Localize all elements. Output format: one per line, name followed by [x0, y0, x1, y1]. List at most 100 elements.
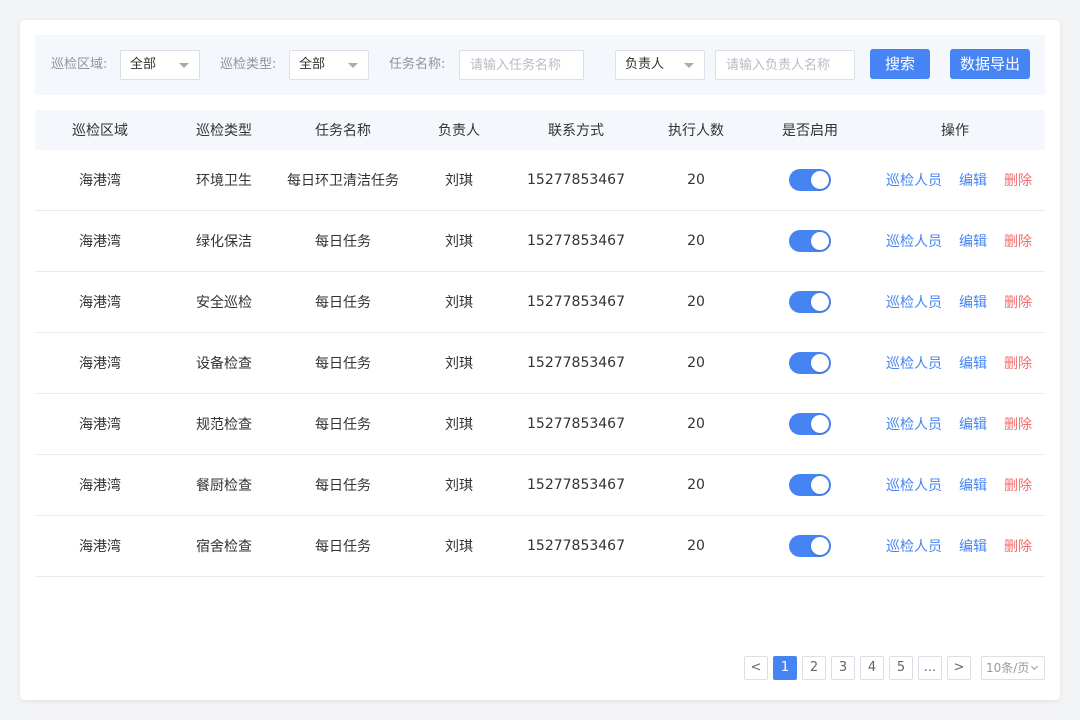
filter-bar: 巡检区域: 全部 巡检类型: 全部 任务名称: 负责人 搜索 数据导出 [35, 35, 1045, 95]
inspectors-link[interactable]: 巡检人员 [886, 536, 942, 556]
cell-phone: 15277853467 [527, 416, 625, 432]
cell-actions: 巡检人员 编辑 删除 [886, 394, 1045, 454]
page-size-value: 10条/页 [986, 661, 1030, 675]
cell-phone: 15277853467 [527, 172, 625, 188]
page-button-2[interactable]: 2 [802, 656, 826, 680]
cell-actions: 巡检人员 编辑 删除 [886, 333, 1045, 393]
cell-actions: 巡检人员 编辑 删除 [886, 150, 1045, 210]
cell-actions: 巡检人员 编辑 删除 [886, 455, 1045, 515]
cell-count: 20 [687, 477, 705, 493]
cell-type: 绿化保洁 [196, 234, 252, 250]
enabled-toggle[interactable] [789, 291, 831, 313]
enabled-toggle[interactable] [789, 230, 831, 252]
edit-link[interactable]: 编辑 [959, 353, 987, 373]
enabled-toggle[interactable] [789, 413, 831, 435]
enabled-toggle[interactable] [789, 474, 831, 496]
cell-enabled [755, 150, 865, 210]
table-row: 海港湾 规范检查 每日任务 刘琪 15277853467 20 巡检人员 编辑 删除 [35, 394, 1045, 455]
enabled-toggle[interactable] [789, 535, 831, 557]
cell-area: 海港湾 [79, 295, 121, 311]
task-name-input[interactable] [459, 50, 584, 80]
delete-link[interactable]: 删除 [1004, 170, 1032, 190]
cell-phone: 15277853467 [527, 538, 625, 554]
cell-enabled [755, 272, 865, 332]
edit-link[interactable]: 编辑 [959, 414, 987, 434]
delete-link[interactable]: 删除 [1004, 292, 1032, 312]
toggle-knob [811, 354, 829, 372]
inspectors-link[interactable]: 巡检人员 [886, 414, 942, 434]
table-row: 海港湾 绿化保洁 每日任务 刘琪 15277853467 20 巡检人员 编辑 删除 [35, 211, 1045, 272]
enabled-toggle[interactable] [789, 169, 831, 191]
page-ellipsis-button[interactable]: ... [918, 656, 942, 680]
task-filter-label: 任务名称: [389, 57, 446, 72]
cell-area: 海港湾 [79, 478, 121, 494]
next-page-button[interactable]: > [947, 656, 971, 680]
cell-enabled [755, 333, 865, 393]
owner-name-input[interactable] [715, 50, 855, 80]
table-row: 海港湾 餐厨检查 每日任务 刘琪 15277853467 20 巡检人员 编辑 删除 [35, 455, 1045, 516]
cell-owner: 刘琪 [445, 356, 473, 372]
table-row: 海港湾 安全巡检 每日任务 刘琪 15277853467 20 巡检人员 编辑 删除 [35, 272, 1045, 333]
cell-enabled [755, 211, 865, 271]
area-select-value: 全部 [130, 57, 157, 72]
search-button[interactable]: 搜索 [870, 49, 930, 79]
cell-phone: 15277853467 [527, 355, 625, 371]
area-select[interactable]: 全部 [120, 50, 200, 80]
delete-link[interactable]: 删除 [1004, 536, 1032, 556]
cell-owner: 刘琪 [445, 234, 473, 250]
delete-link[interactable]: 删除 [1004, 414, 1032, 434]
page-button-1[interactable]: 1 [773, 656, 797, 680]
cell-phone: 15277853467 [527, 294, 625, 310]
table-row: 海港湾 宿舍检查 每日任务 刘琪 15277853467 20 巡检人员 编辑 删除 [35, 516, 1045, 577]
page-button-5[interactable]: 5 [889, 656, 913, 680]
edit-link[interactable]: 编辑 [959, 475, 987, 495]
inspectors-link[interactable]: 巡检人员 [886, 231, 942, 251]
cell-actions: 巡检人员 编辑 删除 [886, 272, 1045, 332]
type-select-value: 全部 [299, 57, 326, 72]
cell-count: 20 [687, 416, 705, 432]
cell-count: 20 [687, 233, 705, 249]
export-button[interactable]: 数据导出 [950, 49, 1030, 79]
chevron-down-icon [1031, 662, 1039, 671]
page-size-select[interactable]: 10条/页 [981, 656, 1045, 680]
owner-field-select[interactable]: 负责人 [615, 50, 705, 80]
cell-actions: 巡检人员 编辑 删除 [886, 516, 1045, 576]
cell-phone: 15277853467 [527, 477, 625, 493]
cell-owner: 刘琪 [445, 478, 473, 494]
cell-type: 环境卫生 [196, 173, 252, 189]
cell-area: 海港湾 [79, 417, 121, 433]
delete-link[interactable]: 删除 [1004, 475, 1032, 495]
enabled-toggle[interactable] [789, 352, 831, 374]
cell-task: 每日任务 [315, 478, 371, 494]
cell-enabled [755, 455, 865, 515]
delete-link[interactable]: 删除 [1004, 231, 1032, 251]
header-count: 执行人数 [668, 123, 724, 139]
toggle-knob [811, 232, 829, 250]
cell-area: 海港湾 [79, 539, 121, 555]
table-row: 海港湾 环境卫生 每日环卫清洁任务 刘琪 15277853467 20 巡检人员 编辑 删除 [35, 150, 1045, 211]
page-button-4[interactable]: 4 [860, 656, 884, 680]
header-area: 巡检区域 [72, 123, 128, 139]
type-select[interactable]: 全部 [289, 50, 369, 80]
inspectors-link[interactable]: 巡检人员 [886, 475, 942, 495]
header-enabled: 是否启用 [782, 123, 838, 139]
edit-link[interactable]: 编辑 [959, 170, 987, 190]
edit-link[interactable]: 编辑 [959, 231, 987, 251]
cell-owner: 刘琪 [445, 295, 473, 311]
cell-phone: 15277853467 [527, 233, 625, 249]
cell-count: 20 [687, 355, 705, 371]
inspectors-link[interactable]: 巡检人员 [886, 292, 942, 312]
page-button-3[interactable]: 3 [831, 656, 855, 680]
cell-area: 海港湾 [79, 173, 121, 189]
toggle-knob [811, 476, 829, 494]
cell-area: 海港湾 [79, 356, 121, 372]
inspectors-link[interactable]: 巡检人员 [886, 353, 942, 373]
edit-link[interactable]: 编辑 [959, 536, 987, 556]
area-filter-label: 巡检区域: [51, 57, 108, 72]
prev-page-button[interactable]: < [744, 656, 768, 680]
edit-link[interactable]: 编辑 [959, 292, 987, 312]
cell-type: 设备检查 [196, 356, 252, 372]
caret-down-icon [348, 63, 358, 68]
inspectors-link[interactable]: 巡检人员 [886, 170, 942, 190]
delete-link[interactable]: 删除 [1004, 353, 1032, 373]
